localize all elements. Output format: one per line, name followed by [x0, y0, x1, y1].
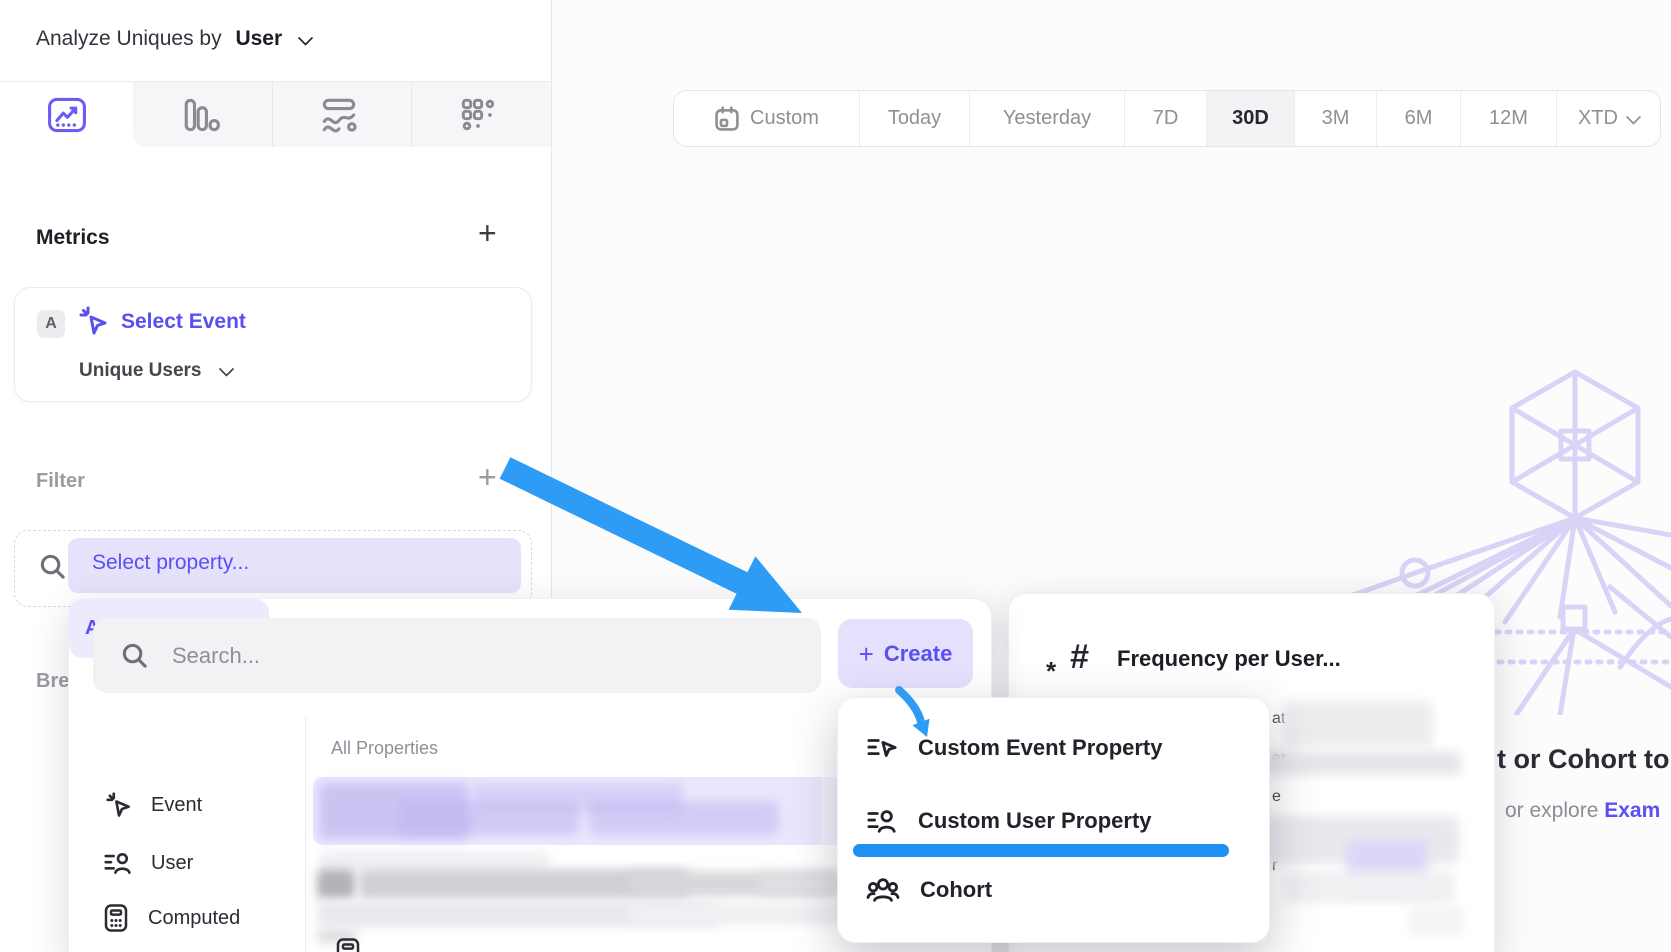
redacted-text: [319, 851, 549, 869]
hash-glyph: #: [1070, 640, 1089, 674]
redacted-text: [317, 869, 355, 899]
date-range-label: Yesterday: [1003, 107, 1091, 130]
select-property-field[interactable]: Select property...: [68, 538, 521, 593]
date-range-label: 7D: [1153, 107, 1179, 130]
tab-line-chart[interactable]: [0, 82, 133, 147]
calculator-icon: [334, 937, 362, 952]
search-icon: [39, 553, 66, 580]
select-event-button[interactable]: Select Event: [121, 310, 246, 334]
analyze-by-value[interactable]: User: [235, 27, 282, 50]
create-button-label: Create: [884, 641, 952, 667]
category-label: Computed: [148, 907, 240, 930]
user-list-icon: [103, 849, 133, 877]
menu-item-cohort[interactable]: Cohort: [866, 868, 992, 912]
date-range-label: XTD: [1578, 107, 1618, 130]
date-range-yesterday[interactable]: Yesterday: [969, 91, 1124, 146]
numeric-property-icon: # *: [1049, 640, 1089, 680]
category-label: User: [151, 852, 193, 875]
date-range-today[interactable]: Today: [859, 91, 969, 146]
star-glyph: *: [1046, 658, 1056, 684]
date-range-label: 3M: [1322, 107, 1350, 130]
flows-icon: [317, 93, 361, 137]
custom-event-property-icon: [866, 733, 898, 763]
date-range-label: 6M: [1405, 107, 1433, 130]
metric-card[interactable]: A Select Event Unique Users: [14, 287, 532, 402]
menu-item-custom-event-property[interactable]: Custom Event Property: [866, 726, 1163, 770]
menu-item-label: Cohort: [920, 877, 992, 903]
date-range-12m[interactable]: 12M: [1460, 91, 1556, 146]
chevron-down-icon: [1626, 109, 1642, 125]
aggregation-selector[interactable]: Unique Users: [79, 360, 232, 382]
redacted-row: [1283, 871, 1455, 903]
tab-retention[interactable]: [411, 82, 544, 147]
menu-item-custom-user-property[interactable]: Custom User Property: [866, 799, 1152, 843]
add-filter-button[interactable]: +: [478, 461, 497, 493]
category-user[interactable]: User: [103, 849, 193, 877]
insights-report-screen: t or Cohort to or explore Exam Analyze U…: [0, 0, 1671, 952]
chevron-down-icon[interactable]: [298, 30, 314, 46]
redacted-text: [589, 801, 779, 835]
category-label: Event: [151, 794, 202, 817]
date-range-custom[interactable]: Custom: [674, 91, 859, 146]
tab-bar-chart[interactable]: [133, 82, 266, 147]
calculator-icon: [102, 903, 130, 933]
redacted-row: [1249, 751, 1461, 775]
empty-state-subtext-label: or explore: [1505, 799, 1598, 822]
frequency-panel-title: Frequency per User...: [1117, 646, 1341, 672]
select-property-placeholder: Select property...: [68, 538, 521, 575]
date-range-3m[interactable]: 3M: [1294, 91, 1376, 146]
filter-card: Select property...: [14, 530, 532, 607]
category-computed[interactable]: Computed: [102, 903, 240, 933]
bar-chart-icon: [178, 93, 222, 137]
add-metric-button[interactable]: +: [478, 217, 497, 249]
picker-divider: [305, 717, 306, 952]
empty-state-headline: t or Cohort to: [1497, 744, 1669, 775]
cohort-icon: [866, 875, 900, 905]
date-range-bar: Custom Today Yesterday 7D 30D 3M 6M 12M …: [673, 90, 1661, 147]
filter-heading: Filter: [36, 470, 85, 493]
date-range-label: Custom: [750, 107, 819, 130]
property-search-input[interactable]: [170, 642, 774, 670]
custom-user-property-icon: [866, 806, 898, 836]
date-range-xtd[interactable]: XTD: [1556, 91, 1660, 146]
examples-link[interactable]: Exam: [1604, 799, 1660, 822]
clipped-text-fragment: e: [1272, 788, 1291, 806]
active-item-underline: [853, 844, 1229, 857]
date-range-label: 12M: [1489, 107, 1528, 130]
event-cursor-icon: [78, 305, 110, 337]
property-search-box[interactable]: [93, 618, 821, 693]
date-range-7d[interactable]: 7D: [1124, 91, 1206, 146]
menu-item-label: Custom User Property: [918, 808, 1152, 834]
metrics-heading: Metrics: [36, 226, 110, 250]
date-range-label: 30D: [1232, 107, 1269, 130]
property-list-header: All Properties: [331, 738, 438, 759]
empty-state-subtext: or explore Exam: [1505, 799, 1660, 823]
plus-icon: +: [859, 641, 874, 667]
analyze-by-header: Analyze Uniques by User: [36, 27, 311, 51]
metric-letter-badge: A: [37, 310, 65, 338]
category-event[interactable]: Event: [105, 791, 202, 819]
create-button[interactable]: + Create: [838, 619, 973, 688]
redacted-row: [1409, 906, 1463, 936]
calendar-icon: [714, 106, 740, 132]
search-icon: [121, 642, 148, 669]
create-menu: Custom Event Property Custom User Proper…: [837, 697, 1270, 943]
date-range-label: Today: [888, 107, 941, 130]
redacted-row: [1283, 701, 1433, 747]
retention-grid-icon: [456, 93, 500, 137]
event-cursor-icon: [105, 791, 133, 819]
menu-item-label: Custom Event Property: [918, 735, 1163, 761]
analyze-by-label: Analyze Uniques by: [36, 27, 222, 50]
tab-flows[interactable]: [272, 82, 405, 147]
chevron-down-icon: [218, 361, 234, 377]
date-range-30d[interactable]: 30D: [1206, 91, 1294, 146]
aggregation-label: Unique Users: [79, 360, 201, 381]
date-range-6m[interactable]: 6M: [1376, 91, 1460, 146]
line-chart-icon: [45, 93, 89, 137]
